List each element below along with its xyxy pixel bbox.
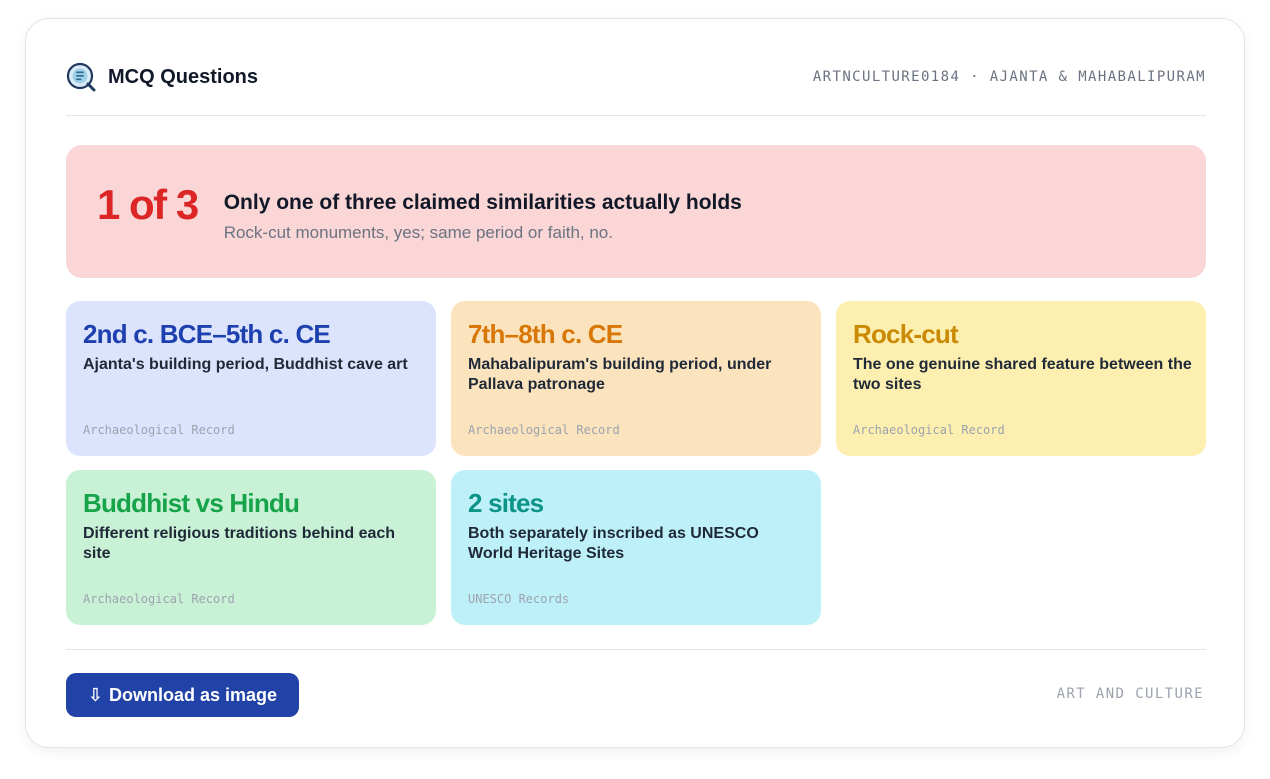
tile-source: UNESCO Records: [468, 592, 570, 606]
tile-source: Archaeological Record: [83, 592, 235, 606]
summary-stat: 1 of 3: [97, 180, 199, 228]
tile-value: 2 sites: [468, 488, 544, 518]
fact-tile-unesco: 2 sites Both separately inscribed as UNE…: [451, 470, 821, 625]
brand: MCQ Questions: [66, 62, 258, 92]
tile-value: Rock-cut: [853, 319, 959, 349]
tile-source: Archaeological Record: [83, 423, 235, 437]
tile-description: Different religious traditions behind ea…: [83, 525, 396, 562]
tile-description: Both separately inscribed as UNESCO Worl…: [468, 525, 759, 562]
summary-headline: Only one of three claimed similarities a…: [223, 190, 742, 214]
fact-tile-mahabalipuram-period: 7th–8th c. CE Mahabalipuram's building p…: [451, 301, 821, 456]
summary-banner: 1 of 3 Only one of three claimed similar…: [66, 145, 1206, 278]
tile-value: Buddhist vs Hindu: [83, 488, 300, 518]
tile-source: Archaeological Record: [468, 423, 620, 437]
magnifier-question-icon: [66, 62, 96, 92]
question-id: ARTNCULTURE0184 · AJANTA & MAHABALIPURAM: [812, 69, 1206, 85]
download-arrow-icon: ⇩: [87, 684, 104, 705]
download-image-button[interactable]: ⇩ Download as image: [66, 673, 299, 717]
header-divider: [66, 115, 1206, 116]
page-title: MCQ Questions: [108, 65, 259, 88]
download-button-label: Download as image: [109, 684, 278, 705]
tile-description: Mahabalipuram's building period, under P…: [468, 356, 772, 393]
tile-value: 2nd c. BCE–5th c. CE: [83, 319, 331, 349]
card-header: MCQ Questions ARTNCULTURE0184 · AJANTA &…: [66, 59, 1206, 95]
summary-subtext: Rock-cut monuments, yes; same period or …: [223, 222, 613, 242]
tile-value: 7th–8th c. CE: [468, 319, 623, 349]
mcq-card: MCQ Questions ARTNCULTURE0184 · AJANTA &…: [25, 18, 1245, 748]
category-label: ART AND CULTURE: [1056, 686, 1204, 702]
fact-tile-religion: Buddhist vs Hindu Different religious tr…: [66, 470, 436, 625]
summary-text: Only one of three claimed similarities a…: [224, 191, 742, 243]
fact-tile-rock-cut: Rock-cut The one genuine shared feature …: [836, 301, 1206, 456]
tile-source: Archaeological Record: [853, 423, 1005, 437]
tile-description: The one genuine shared feature between t…: [853, 356, 1192, 393]
fact-tile-ajanta-period: 2nd c. BCE–5th c. CE Ajanta's building p…: [66, 301, 436, 456]
footer-divider: [66, 649, 1206, 650]
tile-description: Ajanta's building period, Buddhist cave …: [83, 356, 408, 373]
